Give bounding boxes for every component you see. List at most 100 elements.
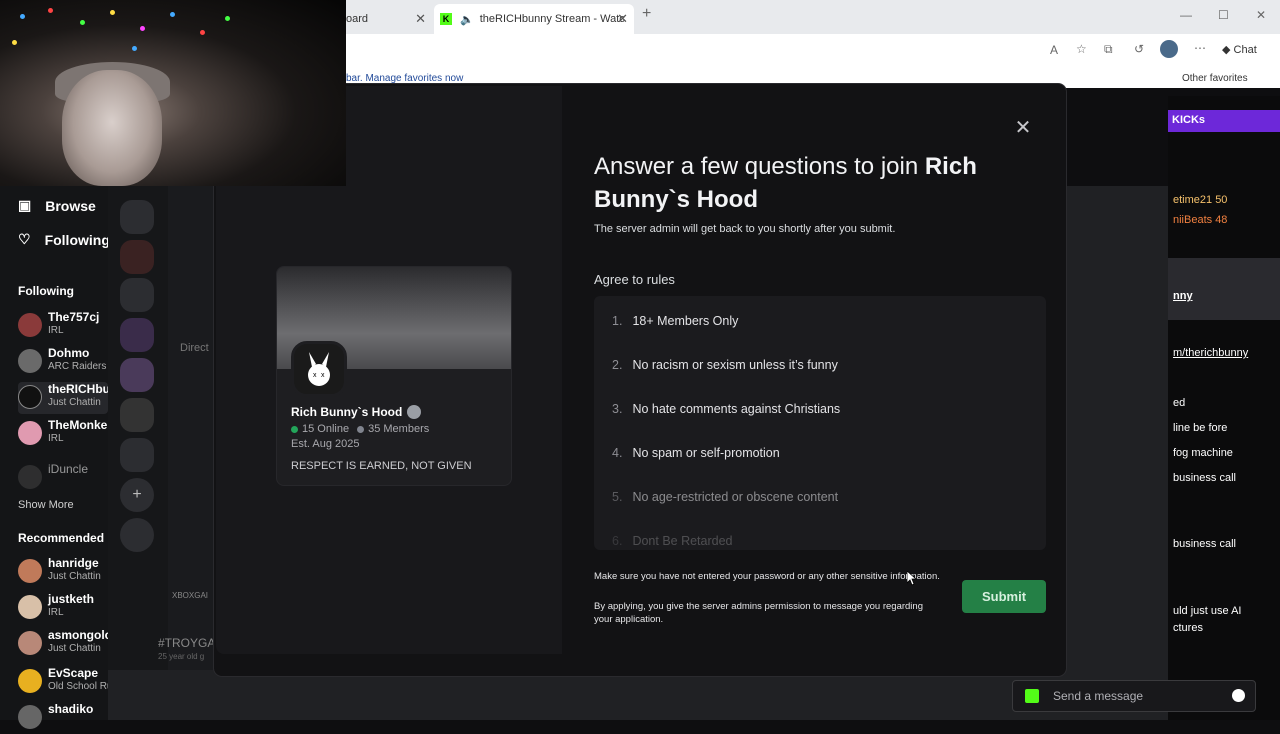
string-lights — [0, 0, 346, 60]
kick-sidebar: ▣ Browse ♡ Following Following The757cj I… — [0, 186, 152, 729]
following-channel[interactable]: Dohmo ARC Raiders — [18, 346, 108, 378]
recommended-channel[interactable]: asmongolc Just Chattin — [18, 628, 112, 660]
browser-address-bar: A ☆ ⧉ ↺ ⋯ ◆ Chat — [346, 34, 1280, 70]
direct-messages-label: Direct — [180, 342, 209, 354]
channel-name: The757cj — [48, 310, 100, 324]
recommended-header: Recommended — [18, 531, 105, 545]
bunny-logo-icon: x x — [308, 352, 330, 386]
server-stats: 15 Online 35 Members — [291, 423, 429, 435]
recommended-channel[interactable]: EvScape Old School RuneScape — [18, 666, 152, 698]
channel-category: Just Chattin — [48, 397, 101, 408]
following-channel[interactable]: The757cj IRL — [18, 310, 108, 342]
pinned-message[interactable] — [1168, 258, 1280, 320]
chat-link[interactable]: m/therichbunny — [1173, 347, 1248, 359]
title-prefix: Answer a few questions to join — [594, 153, 925, 180]
close-tab-icon[interactable]: ✕ — [415, 11, 426, 27]
close-tab-icon[interactable]: ✕ — [617, 11, 628, 27]
kicks-label: KICKs — [1172, 114, 1206, 126]
tab-previous[interactable]: oard ✕ — [346, 4, 432, 34]
recommended-channel[interactable]: hanridge Just Chattin — [18, 556, 108, 588]
online-count: 15 Online — [302, 423, 350, 435]
webcam-overlay — [0, 0, 346, 186]
server-icon[interactable] — [120, 200, 154, 234]
show-more-link[interactable]: Show More — [18, 499, 74, 511]
favbar-message[interactable]: bar. Manage favorites now — [346, 73, 463, 84]
avatar — [18, 669, 42, 693]
recommended-channel[interactable]: shadiko — [18, 702, 108, 734]
avatar — [18, 705, 42, 729]
following-channel-offline[interactable]: iDuncle — [18, 462, 108, 494]
permission-notice: By applying, you give the server admins … — [594, 601, 923, 625]
discover-icon[interactable] — [120, 518, 154, 552]
tab-active[interactable]: K 🔈 theRICHbunny Stream - Watc ✕ — [434, 4, 634, 34]
channel-category: ARC Raiders — [48, 361, 107, 372]
chat-line: line be fore — [1173, 422, 1228, 434]
server-name-text: Rich Bunny`s Hood — [291, 405, 403, 419]
channel-name: EvScape — [48, 666, 99, 680]
emoji-icon[interactable] — [1232, 689, 1245, 702]
server-icon[interactable] — [120, 318, 154, 352]
chat-line: niiBeats 48 — [1173, 214, 1228, 226]
rule-number: 6. — [612, 534, 623, 548]
rule-item: 5. No age-restricted or obscene content — [612, 490, 838, 504]
close-modal-icon[interactable]: ✕ — [1012, 116, 1034, 139]
channel-name: hanridge — [48, 556, 99, 570]
rule-text: 18+ Members Only — [632, 314, 739, 328]
close-window-icon[interactable]: ✕ — [1256, 8, 1266, 22]
kicks-banner[interactable]: KICKs — [1168, 110, 1280, 132]
extensions-icon[interactable]: ⧉ — [1104, 42, 1113, 57]
following-header: Following — [18, 284, 74, 298]
nav-following[interactable]: ♡ Following — [18, 231, 110, 248]
following-channel[interactable]: TheMonke IRL — [18, 418, 108, 450]
rule-number: 5. — [612, 490, 623, 504]
rules-list[interactable]: 1. 18+ Members Only 2. No racism or sexism… — [594, 296, 1046, 550]
avatar — [18, 631, 42, 655]
following-channel-active[interactable]: theRICHbu Just Chattin — [18, 382, 110, 414]
avatar — [18, 421, 42, 445]
server-icon[interactable] — [120, 278, 154, 312]
channel-name: justketh — [48, 592, 95, 606]
chat-placeholder: Send a message — [1053, 689, 1144, 703]
recommended-channel[interactable]: justketh IRL — [18, 592, 108, 624]
online-dot-icon — [291, 425, 298, 433]
chat-message-input[interactable]: Send a message — [1012, 680, 1256, 712]
gift-icon[interactable] — [1025, 689, 1039, 703]
new-tab-plus-icon[interactable]: + — [642, 5, 651, 23]
history-icon[interactable]: ↺ — [1134, 42, 1144, 56]
heart-icon: ♡ — [18, 231, 31, 247]
minimize-icon[interactable]: — — [1180, 8, 1192, 22]
server-icon[interactable] — [120, 398, 154, 432]
server-icon[interactable] — [120, 240, 154, 274]
rule-number: 1. — [612, 314, 623, 328]
chat-line: nny — [1173, 290, 1193, 302]
discord-channel-column: Direct XBOXGAI #TROYGA 25 year old g — [158, 186, 216, 670]
copilot-chat-button[interactable]: ◆ Chat — [1222, 43, 1257, 56]
server-icon[interactable] — [120, 358, 154, 392]
add-server-icon[interactable]: + — [120, 478, 154, 512]
xbox-label: XBOXGAI — [172, 591, 209, 600]
discord-server-list: + — [108, 186, 168, 670]
chat-line: fog machine — [1173, 447, 1233, 459]
chat-line: uld just use AI — [1173, 605, 1242, 617]
profile-avatar[interactable] — [1160, 40, 1178, 58]
other-favorites[interactable]: Other favorites — [1182, 73, 1248, 84]
avatar — [18, 313, 42, 337]
chat-line: etime21 50 — [1173, 194, 1228, 206]
more-menu-icon[interactable]: ⋯ — [1194, 41, 1206, 55]
rules-header: Agree to rules — [594, 272, 675, 287]
submit-button[interactable]: Submit — [962, 580, 1046, 613]
speaker-icon[interactable]: 🔈 — [460, 13, 474, 26]
rule-item: 6. Dont Be Retarded — [612, 534, 733, 548]
channel-name: asmongolc — [48, 628, 112, 642]
channel-name: shadiko — [48, 702, 94, 716]
read-aloud-icon[interactable]: A — [1050, 43, 1058, 57]
server-icon[interactable] — [120, 438, 154, 472]
modal-subtitle: The server admin will get back to you sh… — [594, 223, 896, 235]
member-count: 35 Members — [368, 423, 430, 435]
nav-browse[interactable]: ▣ Browse — [18, 197, 96, 214]
chat-line: ctures — [1173, 622, 1203, 634]
kick-chat-pane: KICKs etime21 50 niiBeats 48 nny m/theri… — [1168, 96, 1280, 720]
maximize-icon[interactable]: ☐ — [1218, 8, 1229, 22]
nav-following-label: Following — [44, 231, 110, 248]
favorite-star-icon[interactable]: ☆ — [1076, 42, 1087, 56]
